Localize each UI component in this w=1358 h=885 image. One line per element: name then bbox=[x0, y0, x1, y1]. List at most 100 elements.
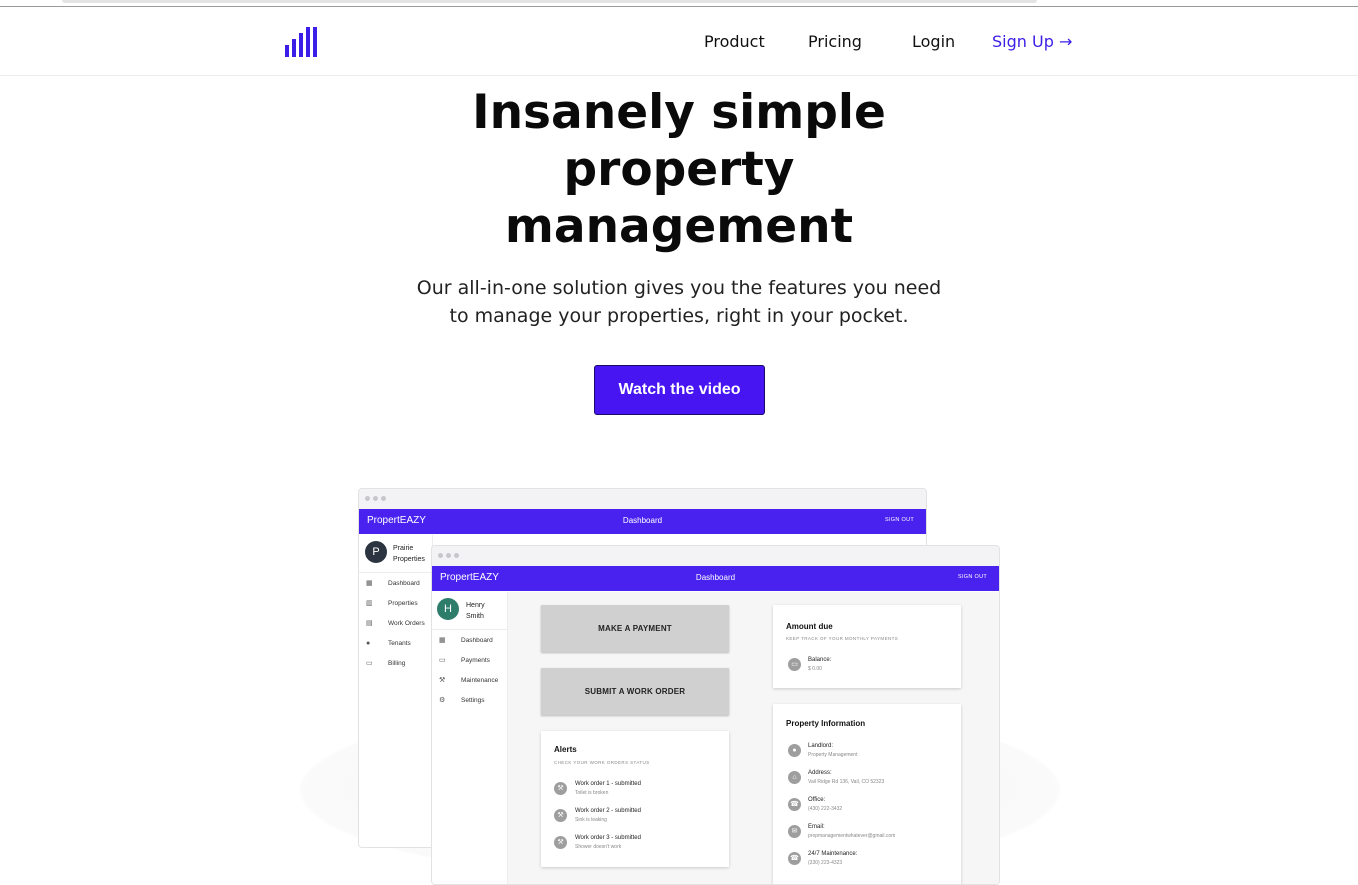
dashboard-content: MAKE A PAYMENT SUBMIT A WORK ORDER Alert… bbox=[508, 592, 999, 884]
sign-out-button[interactable]: SIGN OUT bbox=[885, 517, 914, 523]
window-dot bbox=[454, 553, 459, 558]
people-icon: ● bbox=[366, 640, 371, 647]
sidebar-item-label: Settings bbox=[461, 697, 485, 704]
alert-detail: Toilet is broken bbox=[575, 790, 609, 796]
info-label: 24/7 Maintenance: bbox=[808, 851, 858, 857]
info-label: Address: bbox=[808, 770, 832, 776]
window-dot bbox=[373, 496, 378, 501]
sign-out-button[interactable]: SIGN OUT bbox=[958, 574, 987, 580]
nav-pricing-link[interactable]: Pricing bbox=[808, 32, 862, 51]
balance-value: $ 0.00 bbox=[808, 666, 822, 672]
user-name-line: Prairie bbox=[393, 545, 414, 552]
sidebar-item-settings[interactable]: ⚙ Settings bbox=[432, 692, 507, 712]
browser-scroll-strip bbox=[62, 0, 1037, 3]
window-dot bbox=[381, 496, 386, 501]
sidebar-item-maintenance[interactable]: ⚒ Maintenance bbox=[432, 672, 507, 692]
info-value: (330) 223-4323 bbox=[808, 860, 843, 866]
sidebar-menu: ▦ Dashboard ▭ Payments ⚒ Maintenance ⚙ Setti… bbox=[432, 630, 507, 712]
app-bar: PropertEAZY Dashboard SIGN OUT bbox=[432, 566, 999, 591]
hero-title-line: Insanely simple bbox=[472, 85, 886, 140]
alert-title: Work order 2 - submitted bbox=[575, 808, 641, 814]
alert-title: Work order 1 - submitted bbox=[575, 781, 641, 787]
nav-signup-link[interactable]: Sign Up → bbox=[992, 32, 1072, 51]
info-value: Property Management bbox=[808, 752, 858, 758]
browser-top-strip bbox=[0, 0, 1358, 7]
wrench-icon: ⚒ bbox=[554, 809, 567, 822]
info-value: Vail Ridge Rd 136, Vail, CO 52323 bbox=[808, 779, 885, 785]
amount-due-title: Amount due bbox=[786, 622, 833, 631]
user-name: Prairie Properties bbox=[393, 543, 425, 565]
phone-icon: ☎ bbox=[788, 798, 801, 811]
balance-label: Balance: bbox=[808, 657, 832, 663]
window-dot bbox=[438, 553, 443, 558]
sidebar-item-dashboard[interactable]: ▦ Dashboard bbox=[359, 575, 432, 595]
sidebar-item-label: Billing bbox=[388, 660, 406, 667]
credit-card-icon: ▭ bbox=[366, 660, 373, 667]
make-payment-button[interactable]: MAKE A PAYMENT bbox=[541, 605, 729, 652]
info-label: Landlord: bbox=[808, 743, 834, 749]
alert-title: Work order 3 - submitted bbox=[575, 835, 641, 841]
sidebar-item-dashboard[interactable]: ▦ Dashboard bbox=[432, 632, 507, 652]
sidebar-item-label: Dashboard bbox=[388, 580, 420, 587]
home-icon: ⌂ bbox=[788, 771, 801, 784]
window-dot bbox=[365, 496, 370, 501]
sidebar-item-label: Tenants bbox=[388, 640, 411, 647]
dashboard-icon: ▦ bbox=[366, 580, 373, 587]
credit-card-icon: ▭ bbox=[788, 658, 801, 671]
alerts-subtitle: CHECK YOUR WORK ORDERS STATUS bbox=[554, 760, 650, 765]
dashboard-icon: ▦ bbox=[439, 637, 446, 644]
property-info-card: Property Information ● Landlord: Propert… bbox=[773, 704, 961, 884]
gear-icon: ⚙ bbox=[439, 697, 446, 704]
app-bar-title: Dashboard bbox=[695, 573, 736, 582]
phone-icon: ☎ bbox=[788, 852, 801, 865]
nav-product-link[interactable]: Product bbox=[704, 32, 765, 51]
avatar[interactable]: H bbox=[437, 598, 459, 620]
property-info-title: Property Information bbox=[786, 719, 866, 728]
sidebar-item-label: Maintenance bbox=[461, 677, 499, 684]
info-label: Email: bbox=[808, 824, 825, 830]
wrench-icon: ⚒ bbox=[554, 782, 567, 795]
back-sidebar: P Prairie Properties ▦ Dashboard ▥ Propert… bbox=[359, 535, 433, 847]
properties-icon: ▥ bbox=[366, 600, 373, 607]
window-dot bbox=[446, 553, 451, 558]
sidebar-item-billing[interactable]: ▭ Billing bbox=[359, 655, 432, 675]
sidebar-item-payments[interactable]: ▭ Payments bbox=[432, 652, 507, 672]
hero-subtitle-line: to manage your properties, right in your… bbox=[449, 305, 909, 327]
top-navigation: Product Pricing Login Sign Up → bbox=[0, 8, 1358, 76]
person-icon: ● bbox=[788, 744, 801, 757]
wrench-icon: ⚒ bbox=[554, 836, 567, 849]
nav-login-link[interactable]: Login bbox=[912, 32, 955, 51]
sidebar-item-label: Dashboard bbox=[461, 637, 493, 644]
alerts-title: Alerts bbox=[554, 745, 577, 754]
logo-icon[interactable] bbox=[285, 27, 319, 57]
amount-due-subtitle: KEEP TRACK OF YOUR MONTHLY PAYMENTS bbox=[786, 636, 899, 641]
app-bar-title: Dashboard bbox=[622, 516, 663, 525]
front-sidebar: H Henry Smith ▦ Dashboard ▭ Payments ⚒ Main… bbox=[432, 592, 508, 884]
hero-subtitle: Our all-in-one solution gives you the fe… bbox=[0, 274, 1358, 330]
watch-video-button[interactable]: Watch the video bbox=[594, 365, 765, 415]
app-bar: PropertEAZY Dashboard SIGN OUT bbox=[359, 509, 926, 534]
window-chrome bbox=[432, 546, 999, 566]
hero-title-line: management bbox=[504, 199, 854, 254]
sidebar-item-properties[interactable]: ▥ Properties bbox=[359, 595, 432, 615]
sidebar-menu: ▦ Dashboard ▥ Properties ▤ Work Orders ● Ten… bbox=[359, 573, 432, 675]
sidebar-item-tenants[interactable]: ● Tenants bbox=[359, 635, 432, 655]
sidebar-item-work-orders[interactable]: ▤ Work Orders bbox=[359, 615, 432, 635]
mail-icon: ✉ bbox=[788, 825, 801, 838]
submit-work-order-button[interactable]: SUBMIT A WORK ORDER bbox=[541, 668, 729, 715]
wrench-icon: ⚒ bbox=[439, 677, 446, 684]
alerts-card: Alerts CHECK YOUR WORK ORDERS STATUS ⚒ W… bbox=[541, 731, 729, 867]
avatar[interactable]: P bbox=[365, 541, 387, 563]
alert-detail: Shower doesn't work bbox=[575, 844, 622, 850]
user-name-line: Smith bbox=[466, 613, 484, 620]
user-profile: H Henry Smith bbox=[432, 592, 507, 630]
user-profile: P Prairie Properties bbox=[359, 535, 432, 573]
amount-due-card: Amount due KEEP TRACK OF YOUR MONTHLY PA… bbox=[773, 605, 961, 688]
credit-card-icon: ▭ bbox=[439, 657, 446, 664]
front-app-window: PropertEAZY Dashboard SIGN OUT H Henry S… bbox=[431, 545, 1000, 885]
info-label: Office: bbox=[808, 797, 826, 803]
clipboard-icon: ▤ bbox=[366, 620, 373, 627]
alert-detail: Sink is leaking bbox=[575, 817, 607, 823]
user-name-line: Properties bbox=[393, 556, 425, 563]
user-name: Henry Smith bbox=[466, 600, 485, 622]
